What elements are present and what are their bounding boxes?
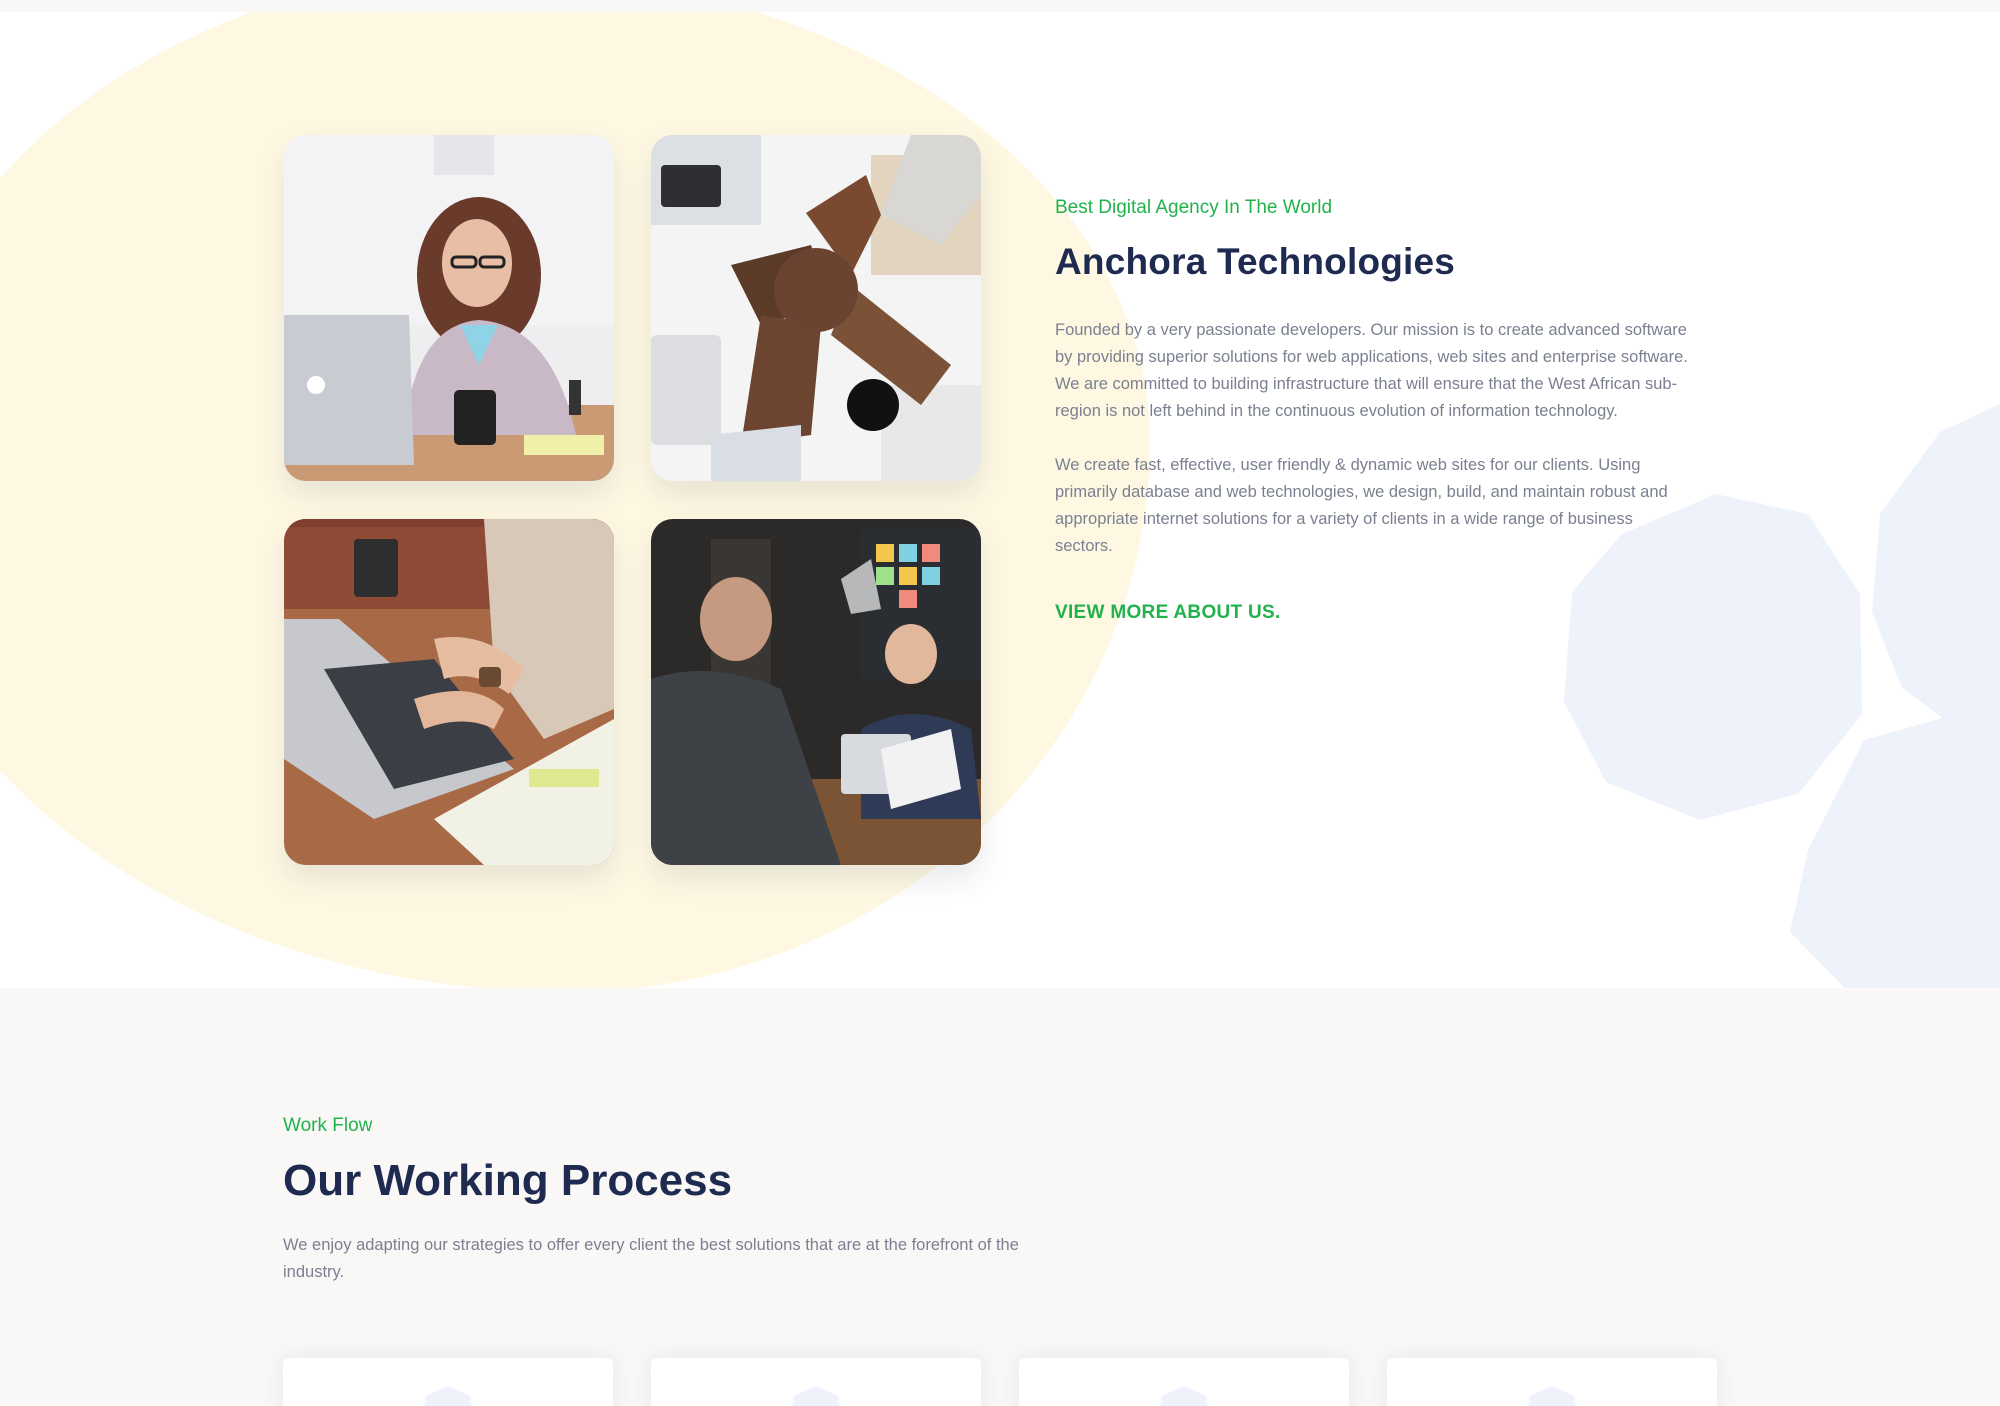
hexagon-icon — [424, 1386, 472, 1406]
workflow-title: Our Working Process — [283, 1156, 733, 1205]
process-card-3[interactable] — [1019, 1358, 1349, 1406]
fist-bump-team-photo — [651, 135, 981, 481]
about-section: Best Digital Agency In The World Anchora… — [0, 12, 2000, 988]
process-card-4[interactable] — [1387, 1358, 1717, 1406]
about-content: Best Digital Agency In The World Anchora… — [1055, 197, 1695, 624]
hexagon-icon — [1160, 1386, 1208, 1406]
page: Best Digital Agency In The World Anchora… — [0, 0, 2000, 1406]
hexagon-icon — [792, 1386, 840, 1406]
business-meeting-photo — [651, 519, 981, 865]
photo-grid — [284, 135, 984, 865]
about-title: Anchora Technologies — [1055, 241, 1456, 282]
hexagon-icon — [1528, 1386, 1576, 1406]
top-strip — [0, 0, 2000, 12]
about-eyebrow: Best Digital Agency In The World — [1055, 197, 1333, 218]
about-paragraph-services: We create fast, effective, user friendly… — [1055, 456, 1668, 555]
view-more-about-link[interactable]: VIEW MORE ABOUT US. — [1055, 602, 1281, 624]
workflow-section: Work Flow Our Working Process We enjoy a… — [0, 988, 2000, 1406]
workflow-description: We enjoy adapting our strategies to offe… — [283, 1236, 1019, 1281]
process-card-1[interactable] — [283, 1358, 613, 1406]
typing-on-laptop-photo — [284, 519, 614, 865]
woman-at-laptop-photo — [284, 135, 614, 481]
about-paragraph-mission: Founded by a very passionate developers.… — [1055, 321, 1688, 420]
process-card-2[interactable] — [651, 1358, 981, 1406]
workflow-eyebrow: Work Flow — [283, 1115, 373, 1136]
